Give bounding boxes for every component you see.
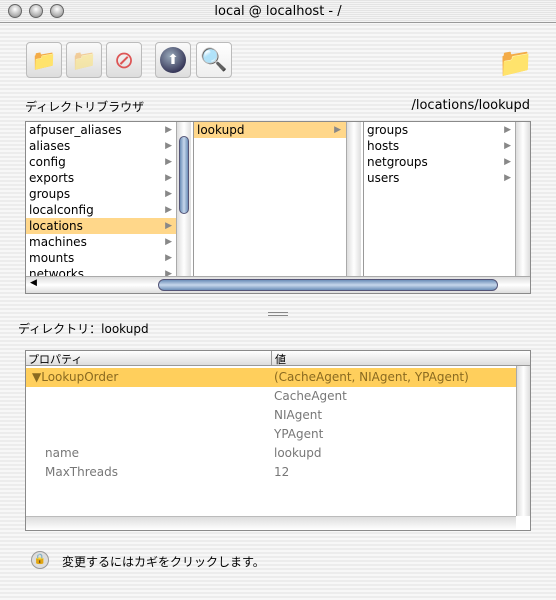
horizontal-scrollbar[interactable]: ◀ bbox=[26, 276, 530, 293]
browser-item[interactable]: lookupd ▶ bbox=[194, 122, 361, 138]
browser-item[interactable]: afpuser_aliases ▶ bbox=[26, 122, 176, 138]
directory-browser: afpuser_aliases ▶ aliases ▶ config ▶ exports ▶ g… bbox=[25, 121, 531, 294]
browser-item[interactable]: groups ▶ bbox=[26, 186, 176, 202]
browser-item-label: mounts bbox=[29, 251, 75, 265]
lock-icon[interactable]: 🔒 bbox=[31, 551, 49, 569]
table-body: ▼LookupOrder (CacheAgent, NIAgent, YPAgen… bbox=[26, 366, 516, 516]
browser-item-label: afpuser_aliases bbox=[29, 123, 122, 137]
directory-label: ディレクトリ：lookupd bbox=[18, 322, 149, 336]
table-row[interactable]: ▼LookupOrder (CacheAgent, NIAgent, YPAgen… bbox=[26, 368, 516, 387]
disclosure-arrow-icon: ▶ bbox=[165, 157, 172, 167]
property-table: プロパティ 値 ▼LookupOrder (CacheAgent, NIAgent… bbox=[25, 350, 531, 531]
value-cell: 12 bbox=[274, 465, 290, 479]
folder-plus-icon: 📁 bbox=[31, 48, 57, 72]
disclosure-arrow-icon: ▶ bbox=[504, 125, 511, 135]
disclosure-arrow-icon: ▶ bbox=[165, 221, 172, 231]
browser-column-3: groups ▶ hosts ▶ netgroups ▶ users ▶ bbox=[363, 122, 515, 276]
search-button[interactable]: 🔍 bbox=[196, 42, 232, 78]
disclosure-arrow-icon: ▶ bbox=[165, 205, 172, 215]
browser-item[interactable]: netgroups ▶ bbox=[364, 154, 515, 170]
browser-item[interactable]: hosts ▶ bbox=[364, 138, 515, 154]
disclosure-arrow-icon: ▶ bbox=[165, 141, 172, 151]
horizontal-scroll-thumb[interactable] bbox=[158, 279, 498, 291]
browser-item-label: networks bbox=[29, 267, 84, 276]
table-scrollbar[interactable] bbox=[516, 366, 530, 516]
table-row[interactable]: name lookupd bbox=[26, 444, 516, 463]
header-value[interactable]: 値 bbox=[271, 351, 286, 366]
table-row[interactable]: YPAgent bbox=[26, 425, 516, 444]
property-cell: ▼LookupOrder bbox=[32, 370, 119, 384]
browser-item-label: machines bbox=[29, 235, 87, 249]
value-cell: (CacheAgent, NIAgent, YPAgent) bbox=[274, 370, 469, 384]
browser-item[interactable]: locations ▶ bbox=[26, 218, 176, 234]
value-cell: lookupd bbox=[274, 446, 322, 460]
folders-icon: 📁 bbox=[71, 48, 97, 72]
disclosure-arrow-icon: ▶ bbox=[504, 141, 511, 151]
title-bar[interactable]: local @ localhost - / bbox=[0, 0, 556, 23]
browser-item[interactable]: mounts ▶ bbox=[26, 250, 176, 266]
browser-item[interactable]: exports ▶ bbox=[26, 170, 176, 186]
browser-column-1: afpuser_aliases ▶ aliases ▶ config ▶ exports ▶ g… bbox=[26, 122, 176, 276]
disclosure-arrow-icon: ▶ bbox=[165, 253, 172, 263]
browser-item[interactable]: users ▶ bbox=[364, 170, 515, 186]
browser-item[interactable]: networks ▶ bbox=[26, 266, 176, 276]
magnifier-icon: 🔍 bbox=[200, 47, 228, 73]
browser-item-label: groups bbox=[367, 123, 409, 137]
no-entry-icon: ⊘ bbox=[113, 46, 135, 74]
disclosure-arrow-icon: ▶ bbox=[165, 173, 172, 183]
browser-item-label: exports bbox=[29, 171, 75, 185]
disclosure-arrow-icon: ▶ bbox=[165, 237, 172, 247]
lock-status-text: 変更するにはカギをクリックします。 bbox=[62, 555, 265, 569]
table-row[interactable]: MaxThreads 12 bbox=[26, 463, 516, 482]
split-view-handle[interactable] bbox=[268, 312, 288, 316]
column-1-scrollbar[interactable] bbox=[176, 122, 191, 276]
duplicate-button[interactable]: 📁 bbox=[66, 42, 102, 78]
browser-item-label: netgroups bbox=[367, 155, 428, 169]
disclosure-arrow-icon: ▶ bbox=[165, 125, 172, 135]
browser-item-label: locations bbox=[29, 219, 83, 233]
scroll-thumb[interactable] bbox=[179, 136, 189, 214]
disclosure-arrow-icon: ▶ bbox=[165, 189, 172, 199]
browser-item-label: localconfig bbox=[29, 203, 94, 217]
browser-item-label: users bbox=[367, 171, 400, 185]
browser-item[interactable]: machines ▶ bbox=[26, 234, 176, 250]
value-cell: CacheAgent bbox=[274, 389, 347, 403]
scroll-left-arrow[interactable]: ◀ bbox=[30, 278, 37, 288]
browser-column-2: lookupd ▶ bbox=[193, 122, 361, 276]
browser-item-label: groups bbox=[29, 187, 71, 201]
browser-label: ディレクトリブラウザ bbox=[25, 100, 145, 114]
property-cell: MaxThreads bbox=[45, 465, 119, 479]
table-horizontal-scrollbar[interactable] bbox=[26, 516, 516, 530]
column-3-scrollbar[interactable] bbox=[515, 122, 530, 276]
window-title: local @ localhost - / bbox=[214, 4, 342, 19]
table-header: プロパティ 値 bbox=[26, 351, 530, 366]
delete-button[interactable]: ⊘ bbox=[106, 42, 142, 78]
browser-item[interactable]: localconfig ▶ bbox=[26, 202, 176, 218]
globe-icon: ⬆ bbox=[160, 47, 186, 73]
header-property[interactable]: プロパティ bbox=[28, 351, 82, 367]
browser-item-label: aliases bbox=[29, 139, 71, 153]
table-row[interactable]: NIAgent bbox=[26, 406, 516, 425]
domain-button[interactable]: ⬆ bbox=[155, 42, 191, 78]
folder-icon: 📁 bbox=[498, 46, 533, 79]
browser-item-label: hosts bbox=[367, 139, 400, 153]
value-cell: NIAgent bbox=[274, 408, 323, 422]
value-cell: YPAgent bbox=[274, 427, 324, 441]
column-2-scrollbar[interactable] bbox=[346, 122, 361, 276]
property-cell: name bbox=[45, 446, 80, 460]
browser-item-label: lookupd bbox=[197, 123, 245, 137]
disclosure-arrow-icon: ▶ bbox=[165, 269, 172, 276]
browser-item[interactable]: aliases ▶ bbox=[26, 138, 176, 154]
table-row[interactable]: CacheAgent bbox=[26, 387, 516, 406]
disclosure-arrow-icon: ▶ bbox=[504, 157, 511, 167]
browser-item[interactable]: config ▶ bbox=[26, 154, 176, 170]
disclosure-arrow-icon: ▶ bbox=[334, 125, 341, 135]
browser-item-label: config bbox=[29, 155, 66, 169]
browser-path: /locations/lookupd bbox=[411, 98, 530, 113]
new-directory-button[interactable]: 📁 bbox=[26, 42, 62, 78]
browser-item[interactable]: groups ▶ bbox=[364, 122, 515, 138]
disclosure-arrow-icon: ▶ bbox=[504, 173, 511, 183]
